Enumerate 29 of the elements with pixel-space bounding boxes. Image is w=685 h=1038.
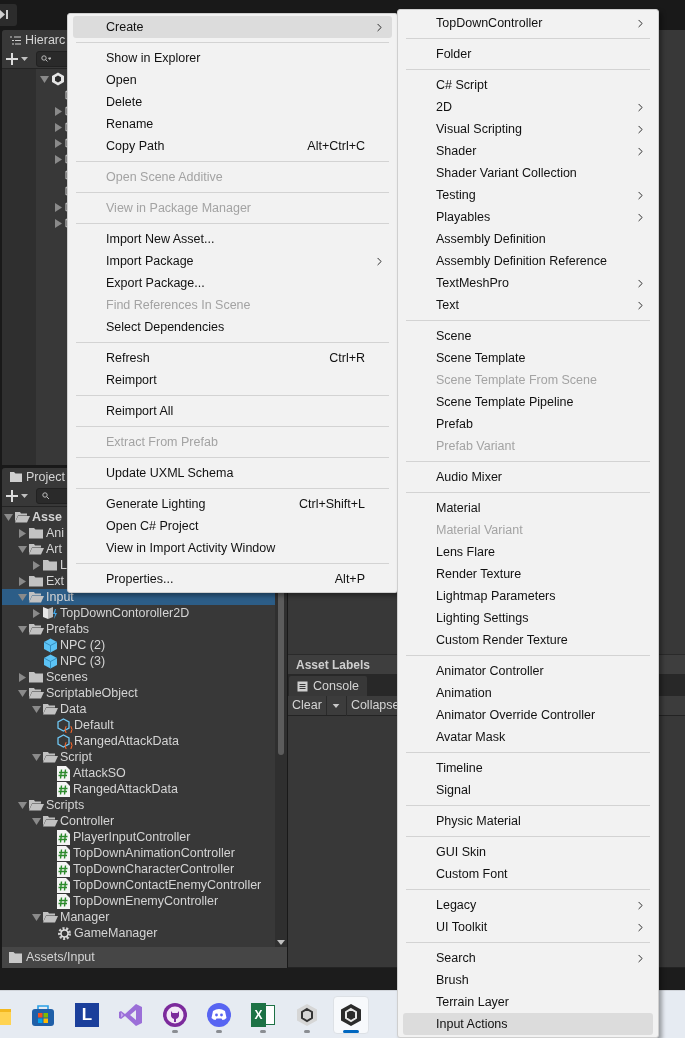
tree-item-label: PlayerInputController — [73, 828, 191, 846]
tree-item-label: TopDownContoroller2D — [60, 604, 190, 622]
tree-item-label: AttackSO — [73, 764, 126, 782]
tree-item-label: Prefabs — [46, 620, 90, 638]
tree-item-label: L — [60, 556, 67, 574]
tree-item-label: NPC (2) — [60, 636, 106, 654]
tree-item-label: TopDownCharacterController — [73, 860, 235, 878]
tree-item-label: Manager — [60, 908, 110, 926]
tree-item-label: Ani — [46, 524, 65, 542]
tree-item-label: RangedAttackData — [73, 780, 178, 798]
tree-item-label: ScriptableObject — [46, 684, 138, 702]
tree-item-label: Scenes — [46, 668, 88, 686]
tree-item-label: Input — [46, 588, 74, 606]
tree-item-label: Asse — [32, 508, 62, 526]
tree-item-label: TopDownAnimationController — [73, 844, 235, 862]
tree-item-label: Default — [74, 716, 114, 734]
tree-item-label: TopDownEnemyController — [73, 892, 219, 910]
tree-item-label: Data — [60, 700, 87, 718]
tree-item-label: GameManager — [74, 924, 158, 942]
path-label: Assets/Input — [26, 949, 95, 967]
tree-item-label: RangedAttackData — [74, 732, 179, 750]
tree-item-label: NPC (3) — [60, 652, 106, 670]
app-tile-icon: L — [75, 1002, 99, 1027]
tree-item-label: Art — [46, 540, 62, 558]
tree-item-label: Scripts — [46, 796, 85, 814]
tree-item-label: TopDownContactEnemyController — [73, 876, 262, 894]
tree-item-label: Controller — [60, 812, 115, 830]
tree-item-label: Script — [60, 748, 92, 766]
tree-item-label: Ext — [46, 572, 65, 590]
